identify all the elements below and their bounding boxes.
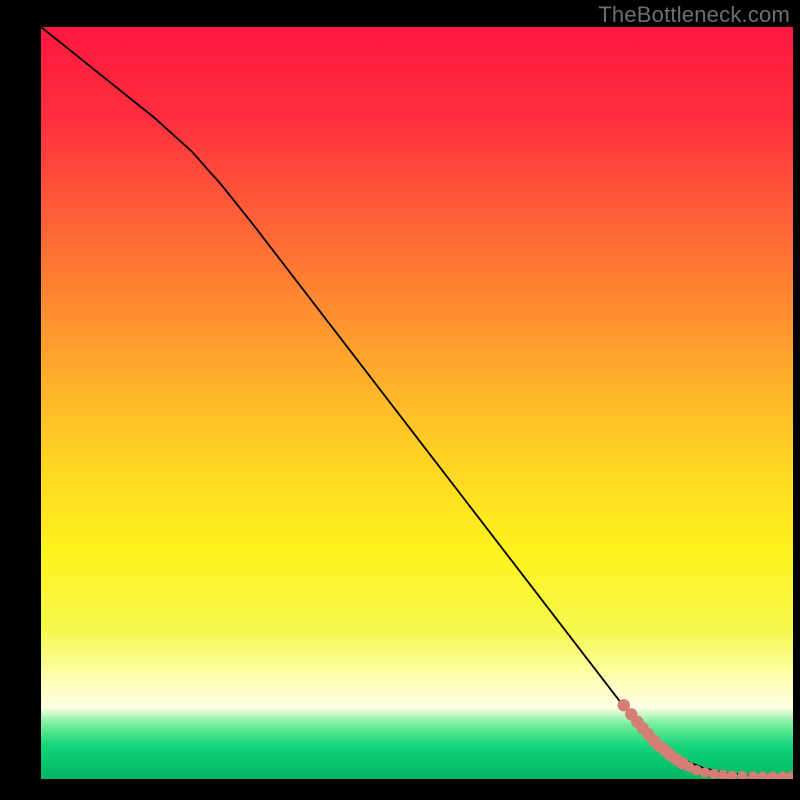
marker-dot [700,767,710,777]
marker-dot [709,769,719,779]
marker-dot [727,771,737,779]
marker-dot [737,771,747,779]
plot-area [41,27,793,779]
chart-frame: TheBottleneck.com [0,0,800,800]
marker-dot [768,772,778,779]
marker-cluster [618,699,793,779]
marker-dot [758,771,768,779]
marker-dot [748,771,758,779]
bottleneck-curve [41,27,793,777]
marker-dot [786,772,793,779]
attribution-text: TheBottleneck.com [598,2,790,28]
plot-overlay [41,27,793,779]
